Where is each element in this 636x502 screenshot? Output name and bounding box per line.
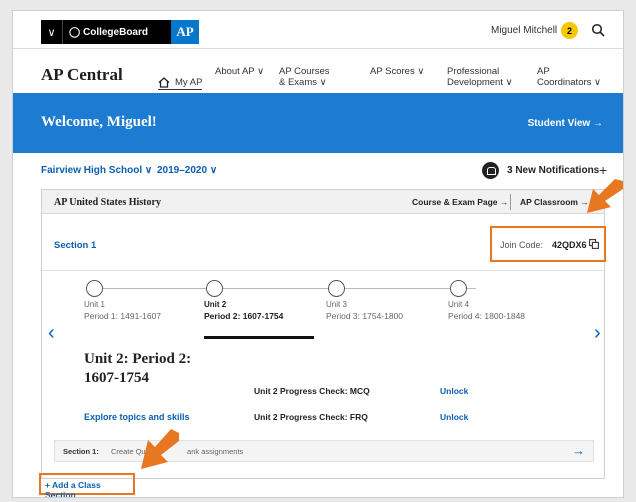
- unit-name: Unit 3: [326, 300, 347, 309]
- nav-item-label: Professional: [447, 66, 500, 77]
- notification-icon[interactable]: [482, 162, 499, 179]
- nav-item-ap-coordinators[interactable]: AP Coordinators ∨: [537, 66, 601, 88]
- assign-section-label: Section 1:: [63, 447, 99, 456]
- nav-item-label: My AP: [175, 77, 203, 88]
- ap-classroom-link[interactable]: AP Classroom →: [520, 197, 589, 207]
- page-frame: ∨ ◯ CollegeBoard AP Miguel Mitchell 2 AP…: [12, 10, 624, 498]
- notifications-link[interactable]: 3 New Notifications: [507, 165, 599, 176]
- unit-name: Unit 4: [448, 300, 469, 309]
- nav-item-label: Coordinators ∨: [537, 77, 601, 88]
- course-card-header: AP United States History Course & Exam P…: [42, 190, 604, 214]
- course-card: AP United States History Course & Exam P…: [41, 189, 606, 479]
- unit-item[interactable]: Unit 4 Period 4: 1800-1848: [448, 280, 558, 321]
- nav-item-ap-scores[interactable]: AP Scores ∨: [370, 66, 424, 77]
- nav-item-label: Development ∨: [447, 77, 513, 88]
- add-section-callout: + Add a Class Section: [39, 473, 135, 497]
- search-icon[interactable]: [591, 23, 605, 37]
- unit-timeline: Unit 1 Period 1: 1491-1607 Unit 2 Period…: [42, 278, 604, 339]
- section-name[interactable]: Section 1: [54, 240, 96, 251]
- explore-topics-link[interactable]: Explore topics and skills: [84, 412, 190, 422]
- unit-period: Period 4: 1800-1848: [448, 311, 526, 321]
- add-class-section-link[interactable]: + Add a Class Section: [45, 480, 133, 497]
- ap-tag[interactable]: AP: [171, 20, 199, 44]
- unit-circle-icon: [206, 280, 223, 297]
- collegeboard-menu[interactable]: ∨ ◯ CollegeBoard AP: [41, 20, 199, 44]
- student-view-link[interactable]: Student View →: [528, 118, 603, 129]
- unit-detail-title: Unit 2: Period 2: 1607-1754: [84, 351, 192, 386]
- course-exam-page-link[interactable]: Course & Exam Page →: [412, 197, 508, 207]
- welcome-banner: Welcome, Miguel! Student View →: [13, 93, 623, 153]
- join-code-value: 42QDX6: [552, 240, 587, 250]
- join-code-label: Join Code:: [500, 240, 544, 250]
- divider: [42, 270, 604, 271]
- unit-item[interactable]: Unit 3 Period 3: 1754-1800: [326, 280, 436, 321]
- unit-period: Period 1: 1491-1607: [84, 311, 162, 321]
- join-code-callout: Join Code: 42QDX6: [490, 226, 606, 262]
- unit-name: Unit 2: [204, 300, 227, 309]
- school-select[interactable]: Fairview High School ∨: [41, 165, 152, 176]
- chevron-down-icon[interactable]: ∨: [41, 20, 63, 44]
- copy-icon[interactable]: [589, 239, 599, 249]
- chevron-right-icon[interactable]: ›: [594, 322, 601, 345]
- course-title: AP United States History: [54, 197, 161, 208]
- expand-notifications-button[interactable]: +: [599, 162, 607, 178]
- nav-item-courses-exams[interactable]: AP Courses & Exams ∨: [279, 66, 330, 88]
- filters-row: Fairview High School ∨ 2019–2020 ∨ 3 New…: [13, 153, 623, 189]
- unit-period: Period 3: 1754-1800: [326, 311, 404, 321]
- unit-circle-icon: [450, 280, 467, 297]
- collegeboard-logo-text: CollegeBoard: [82, 26, 148, 38]
- unlock-mcq-button[interactable]: Unlock: [440, 386, 468, 396]
- nav-item-my-ap[interactable]: My AP: [158, 77, 203, 90]
- assign-text-end: ank assignments: [187, 447, 244, 456]
- nav-item-about-ap[interactable]: About AP ∨: [215, 66, 264, 77]
- unit-circle-icon: [86, 280, 103, 297]
- collegeboard-logo[interactable]: ◯ CollegeBoard: [63, 27, 171, 38]
- callout-arrow-icon: [141, 429, 179, 469]
- nav-item-label: About AP ∨: [215, 66, 265, 77]
- unit-name: Unit 1: [84, 300, 105, 309]
- home-icon: [158, 77, 170, 88]
- nav-item-label: AP Scores ∨: [370, 66, 425, 77]
- nav-item-label: AP Courses: [279, 66, 330, 77]
- unlock-frq-button[interactable]: Unlock: [440, 412, 468, 422]
- main-nav: AP Central My AP About AP ∨ AP Courses &…: [13, 49, 623, 93]
- year-select[interactable]: 2019–2020 ∨: [157, 165, 217, 176]
- progress-check-mcq: Unit 2 Progress Check: MCQ: [254, 386, 370, 396]
- global-header: ∨ ◯ CollegeBoard AP Miguel Mitchell 2: [13, 11, 623, 49]
- avatar[interactable]: 2: [561, 22, 578, 39]
- nav-item-label: AP: [537, 66, 550, 77]
- unit-item[interactable]: Unit 1 Period 1: 1491-1607: [84, 280, 194, 321]
- unit-item-active[interactable]: Unit 2 Period 2: 1607-1754: [204, 280, 314, 321]
- chevron-left-icon[interactable]: ‹: [48, 322, 55, 345]
- header-divider: [510, 194, 511, 210]
- welcome-heading: Welcome, Miguel!: [41, 114, 157, 130]
- arrow-right-icon[interactable]: →: [572, 443, 585, 458]
- user-name[interactable]: Miguel Mitchell: [491, 25, 557, 36]
- site-title[interactable]: AP Central: [41, 65, 123, 85]
- nav-item-professional-development[interactable]: Professional Development ∨: [447, 66, 513, 88]
- unit-period: Period 2: 1607-1754: [204, 311, 284, 321]
- active-unit-indicator: [204, 336, 314, 339]
- unit-circle-icon: [328, 280, 345, 297]
- progress-check-frq: Unit 2 Progress Check: FRQ: [254, 412, 368, 422]
- callout-arrow-icon: [587, 179, 623, 213]
- nav-item-label: & Exams ∨: [279, 77, 327, 88]
